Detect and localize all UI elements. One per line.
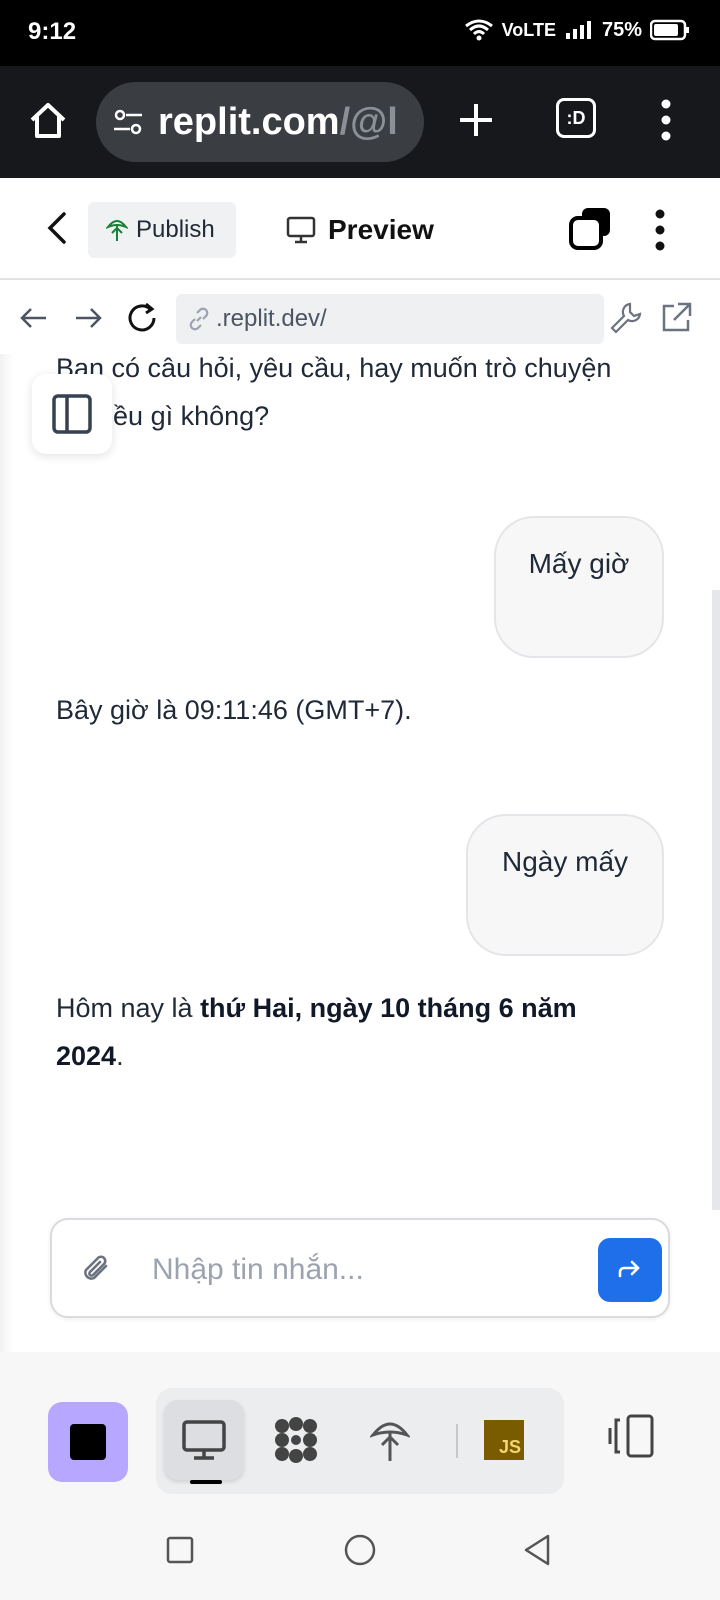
publish-label: Publish (136, 216, 215, 243)
wrench-icon (610, 302, 642, 334)
dock-tab-preview[interactable] (164, 1400, 244, 1480)
sidebar-toggle-button[interactable] (32, 374, 112, 454)
square-icon (166, 1536, 194, 1564)
preview-forward-button[interactable] (70, 300, 106, 336)
assistant-text: Hôm nay là (56, 993, 201, 1023)
publish-button[interactable]: Publish (88, 202, 236, 258)
battery-icon (650, 19, 690, 41)
new-tab-button[interactable] (454, 98, 498, 142)
assistant-message: Hôm nay là thứ Hai, ngày 10 tháng 6 năm … (56, 984, 626, 1080)
sidebar-icon (52, 394, 92, 434)
scrollbar[interactable] (712, 590, 720, 1210)
dock-tab-group: JS (156, 1388, 564, 1494)
dock-panels-button[interactable] (606, 1412, 658, 1460)
triangle-back-icon (524, 1534, 550, 1566)
circle-icon (344, 1534, 376, 1566)
browser-menu-button[interactable] (658, 96, 674, 144)
url-path: /@l (339, 100, 398, 143)
dock-tab-deploy[interactable] (350, 1400, 430, 1480)
chevron-left-icon (47, 212, 66, 244)
address-bar[interactable]: replit.com/@l (96, 82, 424, 162)
workspace-menu-button[interactable] (652, 206, 668, 254)
workspace-dock: JS (0, 1352, 720, 1502)
publish-icon (370, 1422, 410, 1461)
user-message-bubble: Ngày mấy (466, 814, 664, 956)
more-vertical-icon (655, 209, 665, 251)
home-icon (30, 103, 66, 138)
site-settings-icon[interactable] (112, 106, 144, 138)
url-host: replit.com (158, 100, 340, 143)
preview-reload-button[interactable] (124, 300, 160, 336)
devtools-button[interactable] (608, 300, 644, 336)
preview-back-button[interactable] (16, 300, 52, 336)
browser-toolbar: replit.com/@l :D (0, 66, 720, 178)
stop-icon (70, 1424, 106, 1460)
status-indicators: VoLTE 75% (464, 18, 690, 42)
more-vertical-icon (661, 99, 671, 141)
assistant-text: . (116, 1041, 124, 1071)
plus-icon (460, 104, 492, 136)
user-message-text: Ngày mấy (501, 846, 629, 877)
recents-button[interactable] (160, 1530, 200, 1570)
refresh-icon (128, 302, 156, 332)
replit-header: Publish Preview (0, 178, 720, 280)
system-back-button[interactable] (518, 1530, 558, 1570)
arrow-left-icon (20, 308, 46, 328)
preview-url-bar[interactable]: .replit.dev/ (176, 294, 604, 344)
system-nav-bar (0, 1502, 720, 1600)
back-button[interactable] (40, 208, 76, 248)
dock-tab-js-file[interactable]: JS (464, 1400, 544, 1480)
send-button[interactable] (598, 1238, 662, 1302)
publish-icon (106, 220, 128, 241)
message-input[interactable] (152, 1244, 532, 1296)
arrow-right-icon (76, 308, 102, 328)
status-time: 9:12 (28, 18, 77, 45)
agent-icon (275, 1417, 317, 1463)
user-message-text: Mấy giờ (528, 548, 630, 579)
system-home-button[interactable] (340, 1530, 380, 1570)
assistant-message: Bây giờ là 09:11:46 (GMT+7). (56, 695, 412, 725)
dock-divider (456, 1424, 458, 1458)
network-label: VoLTE (501, 19, 556, 40)
external-link-icon (662, 302, 692, 332)
layers-icon (569, 208, 610, 250)
tab-switcher-button[interactable]: :D (556, 98, 596, 138)
battery-percent: 75% (601, 18, 642, 41)
status-bar: 9:12 VoLTE 75% (0, 0, 720, 66)
preview-toolbar: .replit.dev/ (0, 282, 720, 354)
send-arrow-icon (618, 1260, 640, 1278)
tab-preview[interactable]: Preview (286, 202, 434, 258)
signal-icon (564, 19, 594, 41)
message-composer (50, 1218, 670, 1318)
active-tab-indicator (190, 1480, 222, 1484)
attach-button[interactable] (80, 1252, 114, 1286)
monitor-icon (286, 216, 316, 244)
javascript-icon: JS (484, 1420, 524, 1460)
link-icon (189, 307, 209, 331)
assistant-message: Bạn có câu hỏi, yêu cầu, hay muốn trò ch… (56, 354, 612, 431)
preview-label: Preview (328, 214, 434, 245)
left-edge-shade (0, 354, 14, 1352)
paperclip-icon (84, 1255, 108, 1280)
workspace-tabs-button[interactable] (568, 206, 612, 250)
open-new-tab-button[interactable] (658, 300, 694, 336)
user-message-bubble: Mấy giờ (494, 516, 664, 658)
monitor-icon (182, 1420, 226, 1460)
wifi-icon (464, 18, 494, 42)
address-text: replit.com/@l (158, 101, 398, 144)
stop-button[interactable] (48, 1402, 128, 1482)
panels-icon (608, 1414, 654, 1458)
dock-tab-agent[interactable] (256, 1400, 336, 1480)
chat-preview-area[interactable]: Bạn có câu hỏi, yêu cầu, hay muốn trò ch… (0, 354, 720, 1352)
home-button[interactable] (26, 98, 70, 142)
preview-url-text: .replit.dev/ (216, 305, 327, 332)
